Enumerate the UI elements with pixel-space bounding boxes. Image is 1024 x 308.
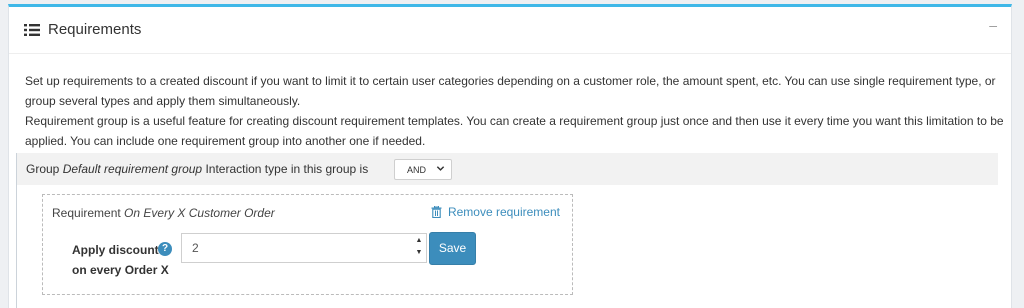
description-line-2: Requirement group is a useful feature fo… — [25, 114, 1004, 148]
requirement-heading: Requirement On Every X Customer Order — [52, 206, 275, 220]
group-prefix: Group — [26, 162, 63, 176]
order-x-value: 2 — [192, 241, 199, 255]
field-label-line-2: on every Order X — [72, 263, 169, 277]
group-name: Default requirement group — [62, 162, 203, 176]
card-title: Requirements — [48, 21, 142, 38]
collapse-button[interactable]: – — [989, 17, 997, 33]
requirement-prefix: Requirement — [52, 206, 125, 220]
spin-down-icon[interactable]: ▼ — [414, 249, 424, 256]
chevron-down-icon — [436, 166, 445, 171]
field-label-line-1: Apply discount — [72, 243, 159, 257]
help-icon[interactable]: ? — [158, 242, 172, 256]
list-icon — [24, 24, 40, 36]
spin-up-icon[interactable]: ▲ — [414, 237, 424, 244]
save-button[interactable]: Save — [429, 232, 476, 265]
interaction-type-select[interactable]: AND — [394, 159, 452, 180]
group-heading: Group Default requirement group Interact… — [26, 162, 368, 176]
apply-discount-label: Apply discount on every Order X — [72, 240, 169, 280]
card-header: Requirements – — [9, 7, 1011, 54]
description: Set up requirements to a created discoun… — [25, 71, 1005, 151]
requirement-box: Requirement On Every X Customer Order Re… — [42, 194, 573, 295]
interaction-type-value: AND — [407, 165, 427, 175]
remove-requirement-label: Remove requirement — [447, 205, 560, 219]
group-header: Group Default requirement group Interact… — [17, 153, 998, 185]
remove-requirement-link[interactable]: Remove requirement — [431, 205, 560, 219]
order-x-input[interactable]: 2 ▲ ▼ — [181, 233, 427, 263]
requirement-name: On Every X Customer Order — [124, 206, 275, 220]
description-line-1: Set up requirements to a created discoun… — [25, 74, 996, 108]
trash-icon — [431, 206, 442, 218]
interaction-label: Interaction type in this group is — [202, 162, 369, 176]
